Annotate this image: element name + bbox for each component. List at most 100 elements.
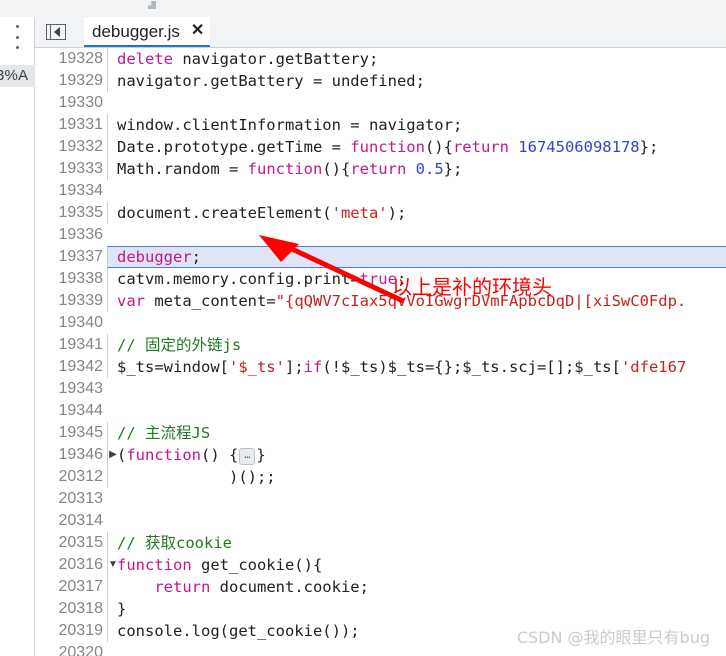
fold-collapsed-icon[interactable]: ▶ <box>107 444 119 466</box>
tab-debugger-js[interactable]: debugger.js ✕ <box>84 17 211 47</box>
line-number[interactable]: 19344 <box>35 400 107 422</box>
line-number[interactable]: 19339 <box>35 290 107 312</box>
code-token: meta_content= <box>145 292 276 310</box>
code-text[interactable]: catvm.memory.config.print=true; <box>107 268 726 290</box>
kebab-menu-icon[interactable] <box>13 25 22 49</box>
code-token: () { <box>201 446 239 464</box>
line-number[interactable]: 20312 <box>35 466 107 488</box>
code-text[interactable]: debugger; <box>107 246 726 268</box>
line-number[interactable]: 20319 <box>35 620 107 642</box>
code-text[interactable]: return document.cookie; <box>107 576 726 598</box>
line-number[interactable]: 19346 ▶ <box>35 444 117 466</box>
code-text[interactable]: var meta_content="{qQWV7cIax5qvVoIGwgrDV… <box>107 290 726 312</box>
code-token: catvm.memory.config.print= <box>117 270 360 288</box>
line-number[interactable]: 20313 <box>35 488 107 510</box>
code-line[interactable]: 20319 console.log(get_cookie()); <box>35 620 726 642</box>
line-number[interactable]: 20316 ▼ <box>35 554 118 576</box>
code-text[interactable]: Math.random = function(){return 0.5}; <box>107 158 726 180</box>
code-text[interactable]: )();; <box>107 466 726 488</box>
code-text[interactable]: delete navigator.getBattery; <box>107 48 726 70</box>
code-line[interactable]: 19329 navigator.getBattery = undefined; <box>35 70 726 92</box>
code-token: document.cookie; <box>210 578 369 596</box>
code-line[interactable]: 20315 // 获取cookie <box>35 532 726 554</box>
close-icon[interactable]: ✕ <box>191 23 204 39</box>
code-line[interactable]: 20314 <box>35 510 726 532</box>
code-line[interactable]: 19340 <box>35 312 726 334</box>
code-line[interactable]: 19334 <box>35 180 726 202</box>
code-line[interactable]: 19343 <box>35 378 726 400</box>
code-line[interactable]: 19331 window.clientInformation = navigato… <box>35 114 726 136</box>
code-token: $_ts=window[ <box>117 358 229 376</box>
code-line[interactable]: 19328 delete navigator.getBattery; <box>35 48 726 70</box>
line-number[interactable]: 19336 <box>35 224 107 246</box>
code-line[interactable]: 19332 Date.prototype.getTime = function()… <box>35 136 726 158</box>
code-token: document.createElement( <box>117 204 332 222</box>
line-number[interactable]: 19334 <box>35 180 107 202</box>
line-number[interactable]: 20317 <box>35 576 107 598</box>
code-line[interactable]: 19344 <box>35 400 726 422</box>
code-editor[interactable]: 19328 delete navigator.getBattery; 19329 na… <box>35 48 726 656</box>
code-text[interactable]: $_ts=window['$_ts'];if(!$_ts)$_ts={};$_t… <box>107 356 726 378</box>
code-line[interactable]: 19339 var meta_content="{qQWV7cIax5qvVoIG… <box>35 290 726 312</box>
code-line[interactable]: 20320 <box>35 642 726 656</box>
code-line[interactable]: 19336 <box>35 224 726 246</box>
code-token: }; <box>443 160 463 178</box>
line-number[interactable]: 19335 <box>35 202 107 224</box>
code-text[interactable]: // 固定的外链js <box>107 334 726 356</box>
code-line[interactable]: 20316 ▼ function get_cookie(){ <box>35 554 726 576</box>
code-line[interactable]: 19338 catvm.memory.config.print=true; <box>35 268 726 290</box>
code-text[interactable]: function get_cookie(){ <box>107 554 726 576</box>
line-number[interactable]: 20320 <box>35 642 107 656</box>
code-text[interactable]: navigator.getBattery = undefined; <box>107 70 726 92</box>
code-line[interactable]: 20313 <box>35 488 726 510</box>
line-number[interactable]: 20315 <box>35 532 107 554</box>
code-text[interactable]: document.createElement('meta'); <box>107 202 726 224</box>
code-text[interactable]: Date.prototype.getTime = function(){retu… <box>107 136 726 158</box>
code-token: delete <box>117 50 173 68</box>
code-text[interactable]: console.log(get_cookie()); <box>107 620 726 642</box>
code-line[interactable]: 19330 <box>35 92 726 114</box>
code-line[interactable]: 19346 ▶ (function() {…} <box>35 444 726 466</box>
code-token: function <box>117 556 192 574</box>
code-token: }; <box>639 138 659 156</box>
collapsed-block-icon[interactable]: … <box>239 448 256 465</box>
code-text[interactable]: } <box>107 598 726 620</box>
line-number[interactable]: 19330 <box>35 92 107 114</box>
code-line[interactable]: 20317 return document.cookie; <box>35 576 726 598</box>
code-line[interactable]: 19341 // 固定的外链js <box>35 334 726 356</box>
code-line[interactable]: 19342 $_ts=window['$_ts'];if(!$_ts)$_ts={… <box>35 356 726 378</box>
code-line[interactable]: 19333 Math.random = function(){return 0.5… <box>35 158 726 180</box>
code-text[interactable]: // 主流程JS <box>107 422 726 444</box>
line-number[interactable]: 19340 <box>35 312 107 334</box>
code-line[interactable]: 20318} <box>35 598 726 620</box>
code-token: )();; <box>117 468 276 486</box>
line-number[interactable]: 20318 <box>35 598 107 620</box>
code-token: window.clientInformation = navigator; <box>117 116 463 134</box>
code-token: ; <box>191 248 201 266</box>
line-number[interactable]: 19343 <box>35 378 107 400</box>
code-line[interactable]: 20312 )();; <box>35 466 726 488</box>
code-token: Math.random = <box>117 160 248 178</box>
code-text[interactable]: window.clientInformation = navigator; <box>107 114 726 136</box>
line-number[interactable]: 19345 <box>35 422 107 444</box>
line-number[interactable]: 19329 <box>35 70 107 92</box>
line-number[interactable]: 19331 <box>35 114 107 136</box>
line-number[interactable]: 19333 <box>35 158 107 180</box>
line-number[interactable]: 20314 <box>35 510 107 532</box>
line-number[interactable]: 19338 <box>35 268 107 290</box>
code-line[interactable]: 19335 document.createElement('meta'); <box>35 202 726 224</box>
show-navigator-icon[interactable] <box>46 24 66 40</box>
line-number[interactable]: 19328 <box>35 48 107 70</box>
code-token: (){ <box>424 138 453 156</box>
code-line[interactable]: 19337 debugger; <box>35 246 726 268</box>
line-number[interactable]: 19332 <box>35 136 107 158</box>
line-number[interactable]: 19341 <box>35 334 107 356</box>
code-line[interactable]: 19345 // 主流程JS <box>35 422 726 444</box>
fold-expanded-icon[interactable]: ▼ <box>107 554 119 576</box>
line-number[interactable]: 19337 <box>35 246 107 268</box>
code-token: ); <box>387 204 407 222</box>
line-number[interactable]: 19342 <box>35 356 107 378</box>
code-text[interactable]: (function() {…} <box>107 444 726 466</box>
code-text[interactable]: // 获取cookie <box>107 532 726 554</box>
